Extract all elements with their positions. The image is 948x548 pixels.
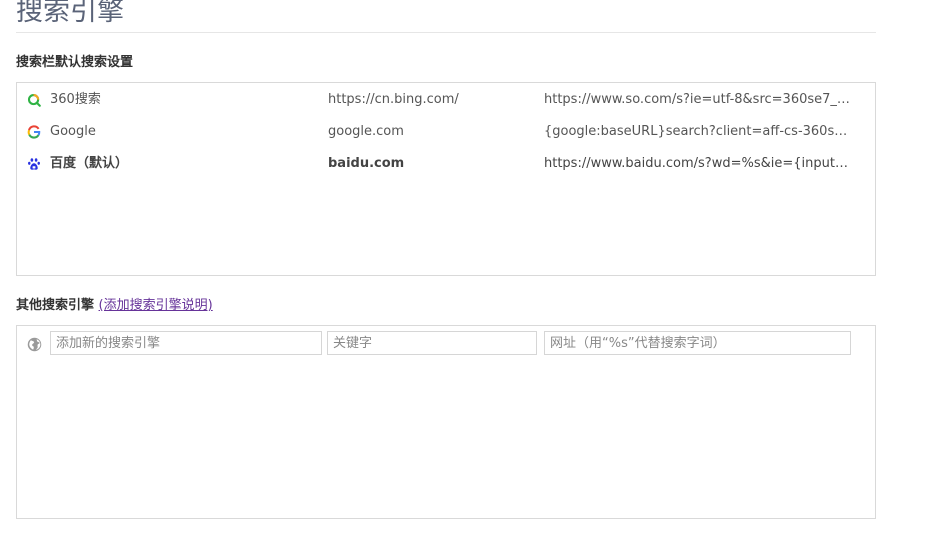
engine-keyword: https://cn.bing.com/ — [328, 92, 459, 107]
engine-row-360[interactable]: 360搜索 https://cn.bing.com/ https://www.s… — [17, 84, 875, 116]
engine-name: Google — [50, 124, 96, 139]
engine-url: https://www.so.com/s?ie=utf-8&src=360se7… — [544, 92, 854, 107]
title-divider — [16, 32, 876, 33]
google-icon — [27, 125, 41, 139]
engine-url: https://www.baidu.com/s?wd=%s&ie={inputE… — [544, 156, 854, 171]
engine-keyword: baidu.com — [328, 156, 405, 171]
engine-row-google[interactable]: Google google.com {google:baseURL}search… — [17, 116, 875, 148]
default-engine-list: 360搜索 https://cn.bing.com/ https://www.s… — [16, 82, 876, 276]
other-engine-list — [16, 325, 876, 519]
engine-url: {google:baseURL}search?client=aff-cs-360… — [544, 124, 854, 139]
other-engines-heading: 其他搜索引擎 (添加搜索引擎说明) — [16, 297, 213, 315]
other-engines-heading-text: 其他搜索引擎 — [16, 298, 95, 313]
search-engine-settings-page: 搜索引擎 搜索栏默认搜索设置 360搜索 https://cn.bing.com… — [0, 0, 948, 548]
engine-name: 百度（默认） — [50, 156, 129, 171]
new-engine-name-input[interactable] — [50, 331, 322, 355]
engine-name: 360搜索 — [50, 92, 101, 107]
default-search-heading: 搜索栏默认搜索设置 — [16, 55, 134, 70]
globe-icon — [27, 337, 42, 352]
engine-keyword: google.com — [328, 124, 404, 139]
new-engine-keyword-input[interactable] — [327, 331, 537, 355]
baidu-paw-icon — [28, 158, 40, 170]
add-engine-help-link[interactable]: (添加搜索引擎说明) — [99, 298, 213, 313]
new-engine-url-input[interactable] — [544, 331, 851, 355]
page-title: 搜索引擎 — [16, 0, 124, 27]
new-engine-row — [17, 327, 875, 359]
360-search-icon — [27, 93, 41, 107]
engine-row-baidu[interactable]: 百度（默认） baidu.com https://www.baidu.com/s… — [17, 148, 875, 180]
